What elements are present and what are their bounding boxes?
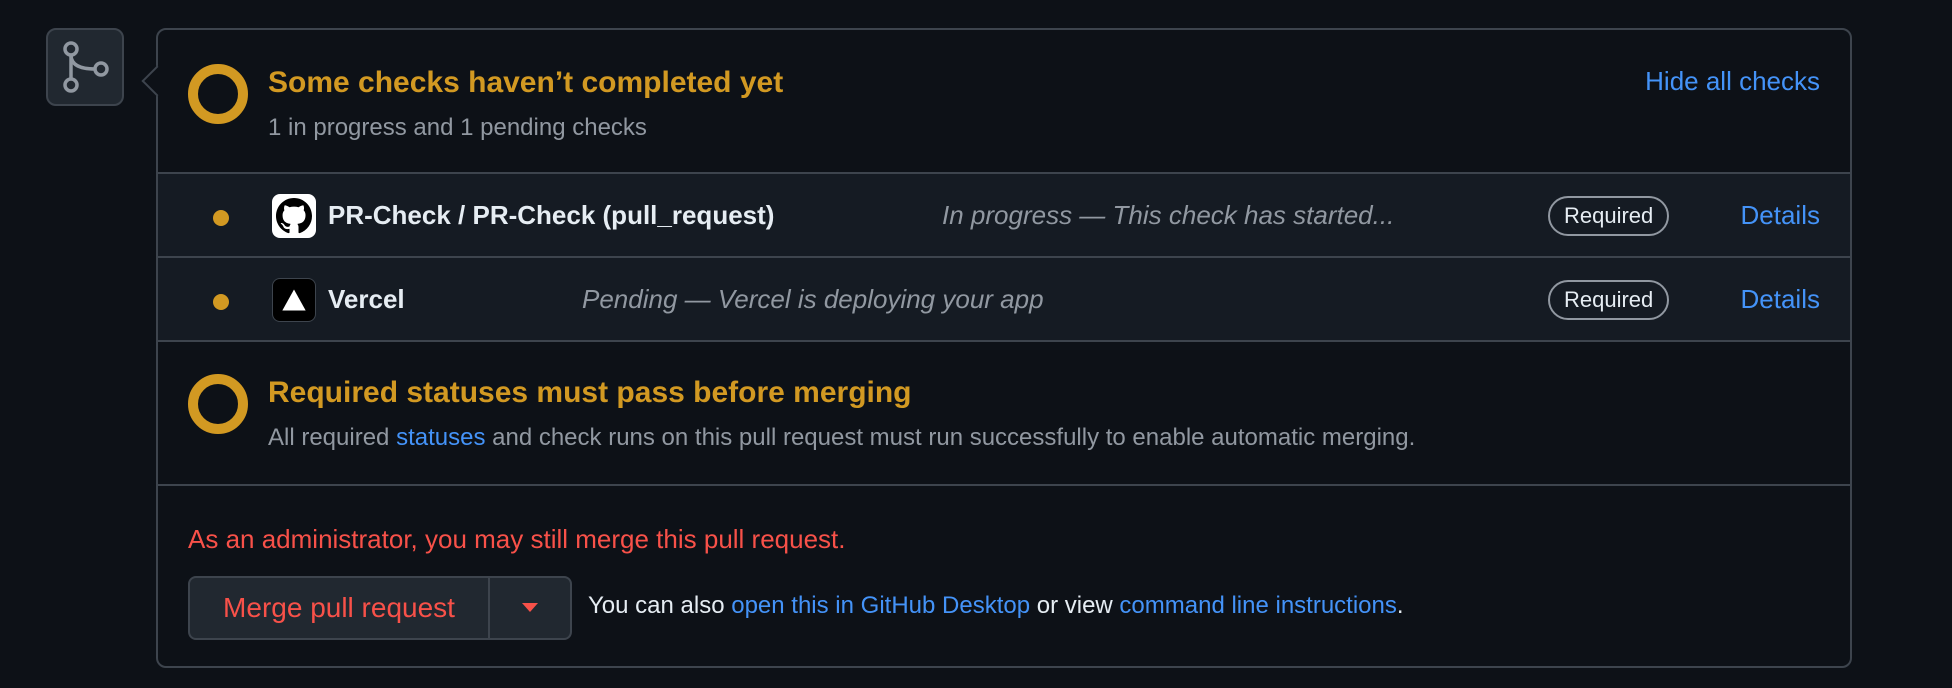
- vercel-icon: [272, 278, 316, 322]
- admin-merge-note: As an administrator, you may still merge…: [188, 524, 846, 554]
- hint-text: .: [1396, 592, 1404, 619]
- triangle-down-icon: [522, 603, 538, 612]
- check-row: Vercel Pending — Vercel is deploying you…: [158, 258, 1850, 342]
- merge-alternatives-hint: You can also open this in GitHub Desktop…: [588, 592, 1404, 620]
- check-description: In progress — This check has started...: [942, 200, 1395, 230]
- hide-all-checks-link[interactable]: Hide all checks: [1645, 66, 1820, 97]
- subtitle-text: All required: [268, 424, 397, 451]
- github-icon: [272, 194, 316, 238]
- required-status-title: Required statuses must pass before mergi…: [268, 376, 912, 409]
- hint-text: or view: [1030, 592, 1120, 619]
- required-status-subtitle: All required statuses and check runs on …: [268, 424, 1415, 452]
- required-badge: Required: [1548, 196, 1670, 236]
- hint-text: You can also: [588, 592, 732, 619]
- subtitle-text: and check runs on this pull request must…: [485, 424, 1416, 451]
- checks-summary-section: Some checks haven’t completed yet 1 in p…: [158, 30, 1850, 174]
- checks-summary-title: Some checks haven’t completed yet: [268, 66, 784, 99]
- check-details-link[interactable]: Details: [1741, 200, 1820, 231]
- git-merge-icon-box: [46, 28, 124, 106]
- statuses-link[interactable]: statuses: [396, 424, 485, 451]
- open-github-desktop-link[interactable]: open this in GitHub Desktop: [731, 592, 1030, 619]
- merge-button-group: Merge pull request: [188, 576, 572, 640]
- required-status-section: Required statuses must pass before mergi…: [158, 342, 1850, 486]
- pending-dot-icon: [213, 210, 229, 226]
- required-badge: Required: [1548, 280, 1670, 320]
- command-line-instructions-link[interactable]: command line instructions: [1119, 592, 1396, 619]
- git-branch-icon: [63, 41, 109, 93]
- merge-box-panel: Some checks haven’t completed yet 1 in p…: [141, 28, 1852, 668]
- check-description: Pending — Vercel is deploying your app: [582, 284, 1044, 314]
- pending-ring-icon: [188, 374, 248, 434]
- check-details-link[interactable]: Details: [1741, 284, 1820, 315]
- checks-summary-subtitle: 1 in progress and 1 pending checks: [268, 114, 647, 141]
- check-row: PR-Check / PR-Check (pull_request) In pr…: [158, 174, 1850, 258]
- merge-pull-request-button[interactable]: Merge pull request: [190, 578, 490, 638]
- pending-dot-icon: [213, 294, 229, 310]
- merge-section: As an administrator, you may still merge…: [158, 486, 1850, 666]
- merge-options-dropdown[interactable]: [490, 578, 570, 638]
- check-name: Vercel: [328, 284, 405, 314]
- pending-ring-icon: [188, 64, 248, 124]
- check-name: PR-Check / PR-Check (pull_request): [328, 200, 775, 230]
